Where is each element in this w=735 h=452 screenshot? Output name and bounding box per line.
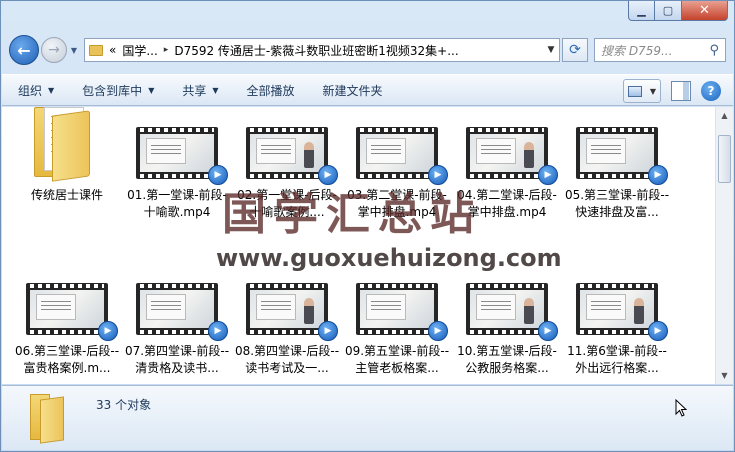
folder-item[interactable]: 传统居士课件 [12, 107, 122, 221]
folder-icon [34, 107, 92, 182]
breadcrumb-separator[interactable]: ▸ [164, 45, 169, 55]
video-thumbnail [466, 283, 548, 335]
change-view-button[interactable]: ▼ [623, 79, 661, 103]
command-bar: 组织 ▼ 包含到库中 ▼ 共享 ▼ 全部播放 新建文件夹 ▼ ? [2, 74, 733, 106]
item-label: 01.第一堂课-前段-十喻歌.mp4 [127, 188, 227, 219]
item-label: 07.第四堂课-前段--清贵格及读书... [124, 344, 230, 375]
preview-pane-button[interactable] [671, 81, 691, 101]
new-folder-button[interactable]: 新建文件夹 [323, 82, 383, 99]
video-thumbnail [356, 127, 438, 179]
watermark-text: 国学汇总站 [222, 189, 482, 240]
video-thumbnail [246, 283, 328, 335]
video-thumbnail [246, 127, 328, 179]
video-thumbnail [136, 127, 218, 179]
search-placeholder: 搜索 D759... [601, 43, 673, 58]
mouse-cursor-icon [675, 399, 687, 417]
scroll-down-button[interactable]: ▼ [716, 367, 733, 384]
share-menu[interactable]: 共享 ▼ [182, 82, 218, 99]
video-item[interactable]: ▶ 06.第三堂课-后段--富贵格案例.m... [12, 263, 122, 377]
item-label: 10.第五堂课-后段-公教服务格案... [457, 344, 557, 375]
video-item[interactable]: ▶ 05.第三堂课-前段--快速排盘及富... [562, 107, 672, 221]
video-thumbnail [356, 283, 438, 335]
folder-icon [30, 394, 64, 444]
navigation-bar: ← → ▼ « 国学... ▸ D7592 传通居士-紫薇斗数职业班密断1视频3… [9, 33, 726, 67]
video-item[interactable]: ▶ 07.第四堂课-前段--清贵格及读书... [122, 263, 232, 377]
item-count: 33 个对象 [96, 398, 152, 412]
media-icon: ▶ [428, 321, 448, 341]
address-dropdown[interactable]: ▼ [543, 45, 559, 55]
media-icon: ▶ [538, 165, 558, 185]
back-button[interactable]: ← [9, 35, 39, 65]
recent-pages-dropdown[interactable]: ▼ [68, 46, 80, 55]
video-thumbnail [136, 283, 218, 335]
media-icon: ▶ [648, 165, 668, 185]
item-label: 06.第三堂课-后段--富贵格案例.m... [14, 344, 120, 375]
item-label: 08.第四堂课-后段--读书考试及一... [234, 344, 340, 375]
watermark-url: www.guoxuehuizong.com [216, 244, 562, 272]
include-in-library-menu[interactable]: 包含到库中 ▼ [82, 82, 154, 99]
close-button[interactable]: ✕ [682, 1, 728, 21]
video-item[interactable]: ▶ 09.第五堂课-前段--主管老板格案... [342, 263, 452, 377]
play-all-button[interactable]: 全部播放 [247, 82, 295, 99]
item-label: 传统居士课件 [30, 188, 103, 202]
media-icon: ▶ [208, 321, 228, 341]
scroll-up-button[interactable]: ▲ [716, 107, 733, 124]
forward-button[interactable]: → [41, 37, 67, 63]
view-icon [627, 85, 642, 97]
media-icon: ▶ [648, 321, 668, 341]
video-thumbnail [576, 283, 658, 335]
item-label: 05.第三堂课-前段--快速排盘及富... [564, 188, 670, 219]
refresh-button[interactable]: ⟳ [562, 38, 588, 62]
address-overflow[interactable]: « [109, 43, 116, 57]
folder-icon [89, 44, 103, 56]
view-dropdown-arrow[interactable]: ▼ [650, 87, 656, 96]
scroll-thumb[interactable] [718, 135, 731, 183]
video-item[interactable]: ▶ 10.第五堂课-后段-公教服务格案... [452, 263, 562, 377]
media-icon: ▶ [98, 321, 118, 341]
search-input[interactable]: 搜索 D759... ⚲ [594, 38, 726, 62]
video-item[interactable]: ▶ 11.第6堂课-前段--外出远行格案... [562, 263, 672, 377]
address-bar[interactable]: « 国学... ▸ D7592 传通居士-紫薇斗数职业班密断1视频32集+...… [84, 38, 560, 62]
video-thumbnail [576, 127, 658, 179]
details-pane: 33 个对象 [2, 385, 733, 450]
video-thumbnail [26, 283, 108, 335]
item-label: 11.第6堂课-前段--外出远行格案... [567, 344, 667, 375]
vertical-scrollbar[interactable]: ▲ ▼ [715, 107, 733, 384]
organize-menu[interactable]: 组织 ▼ [18, 82, 54, 99]
item-label: 09.第五堂课-前段--主管老板格案... [344, 344, 450, 375]
breadcrumb-parent[interactable]: 国学... [122, 42, 157, 59]
media-icon: ▶ [318, 321, 338, 341]
caption-buttons: ▁ ▢ ✕ [628, 1, 728, 21]
media-icon: ▶ [538, 321, 558, 341]
help-button[interactable]: ? [701, 81, 721, 101]
video-item[interactable]: ▶ 08.第四堂课-后段--读书考试及一... [232, 263, 342, 377]
minimize-button[interactable]: ▁ [628, 1, 655, 21]
video-thumbnail [466, 127, 548, 179]
video-item[interactable]: ▶ 01.第一堂课-前段-十喻歌.mp4 [122, 107, 232, 221]
search-icon[interactable]: ⚲ [709, 43, 719, 58]
maximize-button[interactable]: ▢ [655, 1, 682, 21]
breadcrumb-current[interactable]: D7592 传通居士-紫薇斗数职业班密断1视频32集+... [174, 42, 458, 59]
